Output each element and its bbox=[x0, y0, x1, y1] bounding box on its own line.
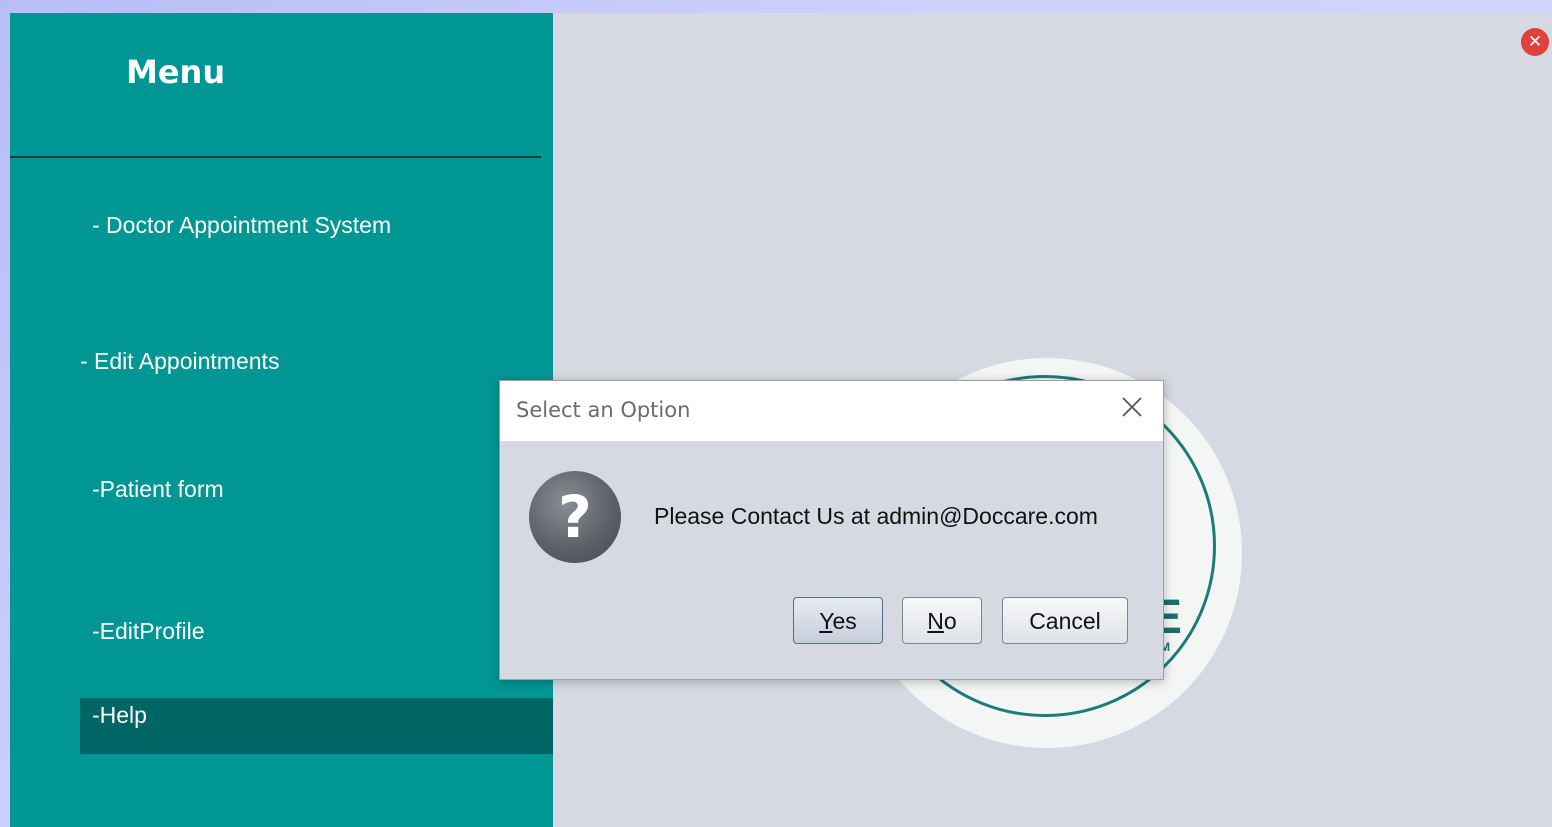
menu-title: Menu bbox=[126, 53, 226, 91]
yes-mnemonic: Y bbox=[819, 608, 833, 634]
dialog-message: Please Contact Us at admin@Doccare.com bbox=[654, 503, 1098, 529]
sidebar-item-edit-appointments[interactable]: - Edit Appointments bbox=[80, 348, 279, 375]
sidebar-item-help[interactable]: -Help bbox=[80, 698, 553, 754]
no-mnemonic: N bbox=[927, 608, 944, 634]
sidebar-menu: Menu - Doctor Appointment System - Edit … bbox=[10, 13, 553, 827]
option-dialog: Select an Option ? Please Contact Us at … bbox=[499, 380, 1164, 680]
sidebar-item-patient-form[interactable]: -Patient form bbox=[92, 476, 224, 503]
no-label-rest: o bbox=[943, 608, 957, 634]
dialog-title: Select an Option bbox=[516, 398, 691, 422]
cancel-button[interactable]: Cancel bbox=[1002, 597, 1128, 644]
question-icon: ? bbox=[529, 471, 621, 563]
sidebar-item-doctor-appointment-system[interactable]: - Doctor Appointment System bbox=[92, 212, 391, 239]
menu-divider bbox=[10, 156, 541, 158]
no-button[interactable]: No bbox=[902, 597, 982, 644]
close-icon[interactable]: ✕ bbox=[1521, 28, 1549, 56]
yes-button[interactable]: Yes bbox=[793, 597, 883, 644]
dialog-titlebar: Select an Option bbox=[500, 381, 1163, 441]
dialog-close-icon[interactable] bbox=[1118, 393, 1146, 421]
yes-label-rest: es bbox=[832, 608, 857, 634]
sidebar-item-edit-profile[interactable]: -EditProfile bbox=[92, 618, 204, 645]
